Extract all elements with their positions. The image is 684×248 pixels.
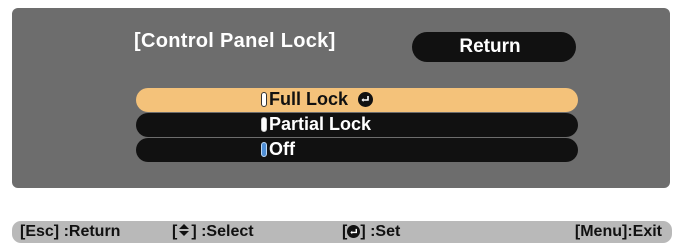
- help-set-suffix: ] :Set: [360, 223, 401, 240]
- help-select-suffix: ] :Select: [191, 223, 254, 240]
- option-text: Off: [269, 139, 295, 159]
- help-select: [] :Select: [172, 223, 254, 242]
- radio-indicator: [261, 117, 267, 132]
- radio-indicator: [261, 92, 267, 107]
- enter-icon: [347, 225, 361, 238]
- option-text: Partial Lock: [269, 114, 372, 134]
- option-off[interactable]: Off: [136, 138, 578, 162]
- return-button-label: Return: [459, 36, 521, 57]
- option-partial-lock[interactable]: Partial Lock: [136, 113, 578, 137]
- option-full-lock[interactable]: Full Lock: [136, 88, 578, 112]
- lock-options-list: Full Lock Partial Lock Off: [136, 88, 578, 163]
- up-down-icon: [177, 223, 191, 242]
- return-button[interactable]: Return: [412, 32, 576, 62]
- help-bar: [Esc] :Return [] :Select [] :Set [Menu]:…: [12, 221, 672, 243]
- radio-indicator-active: [261, 142, 267, 157]
- help-set: [] :Set: [342, 223, 400, 241]
- control-panel-lock-dialog: [Control Panel Lock] Return Full Lock Pa…: [12, 8, 670, 188]
- help-esc-return: [Esc] :Return: [20, 223, 121, 240]
- help-menu-exit: [Menu]:Exit: [574, 223, 662, 240]
- option-label: Full Lock: [269, 89, 374, 110]
- option-text: Full Lock: [269, 89, 349, 109]
- dialog-title: [Control Panel Lock]: [134, 30, 336, 52]
- enter-icon: [358, 92, 374, 107]
